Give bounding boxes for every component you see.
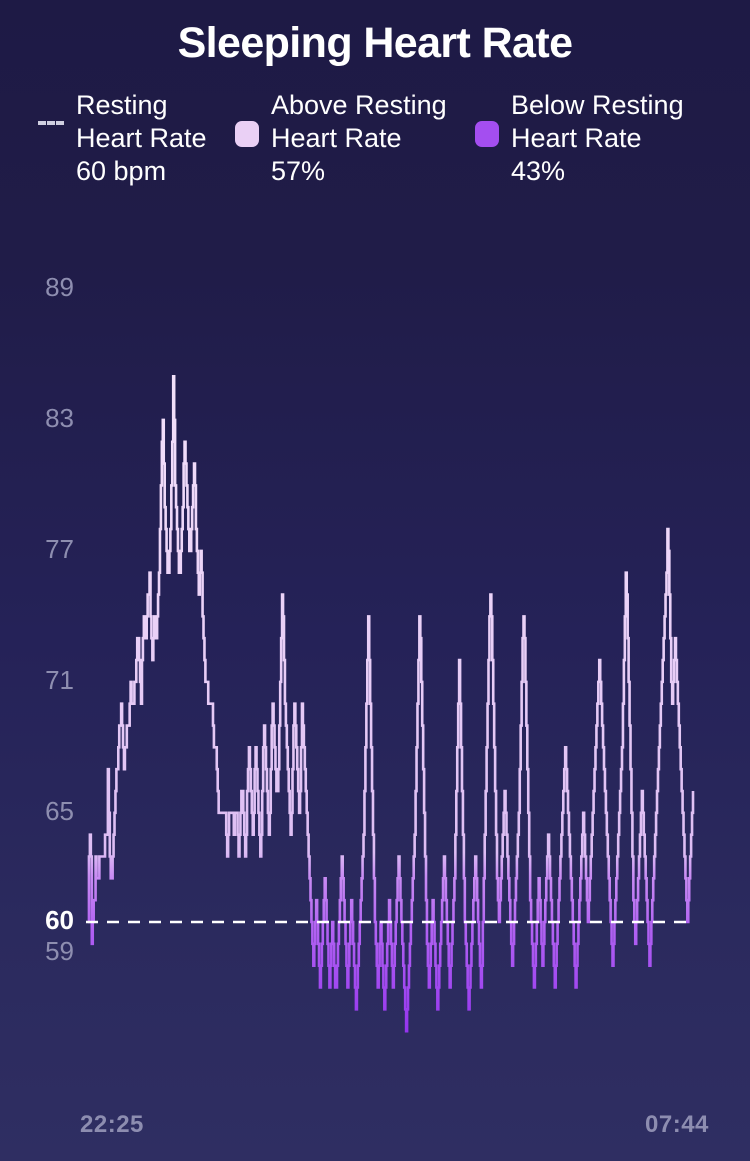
above-resting-swatch-icon: [231, 89, 271, 147]
legend-line-3: 43%: [511, 156, 565, 186]
y-axis-tick-60: 60: [16, 905, 74, 936]
heart-rate-line: [88, 376, 693, 1031]
y-axis-tick-65: 65: [16, 796, 74, 827]
x-axis-tick-start: 22:25: [80, 1111, 144, 1139]
y-axis-tick-89: 89: [16, 272, 74, 303]
legend-line-1: Resting: [76, 90, 168, 120]
legend-line-3: 57%: [271, 156, 325, 186]
y-axis-tick-77: 77: [16, 534, 74, 565]
legend-text-resting: Resting Heart Rate 60 bpm: [76, 89, 207, 188]
legend-line-2: Heart Rate: [76, 123, 207, 153]
x-axis-tick-end: 07:44: [645, 1111, 709, 1139]
y-axis-tick-71: 71: [16, 665, 74, 696]
dashed-line-icon: [36, 89, 76, 125]
y-axis-tick-83: 83: [16, 403, 74, 434]
legend-line-2: Heart Rate: [511, 123, 642, 153]
legend-text-below-resting: Below Resting Heart Rate 43%: [511, 89, 684, 188]
y-axis-tick-59: 59: [16, 936, 74, 967]
legend-item-above-resting-heart-rate: Above Resting Heart Rate 57%: [231, 89, 471, 188]
legend: Resting Heart Rate 60 bpm Above Resting …: [0, 89, 750, 188]
legend-text-above-resting: Above Resting Heart Rate 57%: [271, 89, 447, 188]
legend-line-1: Above Resting: [271, 90, 447, 120]
header: Sleeping Heart Rate Resting Heart Rate 6…: [0, 0, 750, 188]
page-title: Sleeping Heart Rate: [0, 22, 750, 65]
legend-item-below-resting-heart-rate: Below Resting Heart Rate 43%: [471, 89, 711, 188]
legend-line-1: Below Resting: [511, 90, 684, 120]
legend-line-2: Heart Rate: [271, 123, 402, 153]
legend-item-resting-heart-rate: Resting Heart Rate 60 bpm: [36, 89, 231, 188]
below-resting-swatch-icon: [471, 89, 511, 147]
legend-line-3: 60 bpm: [76, 156, 166, 186]
